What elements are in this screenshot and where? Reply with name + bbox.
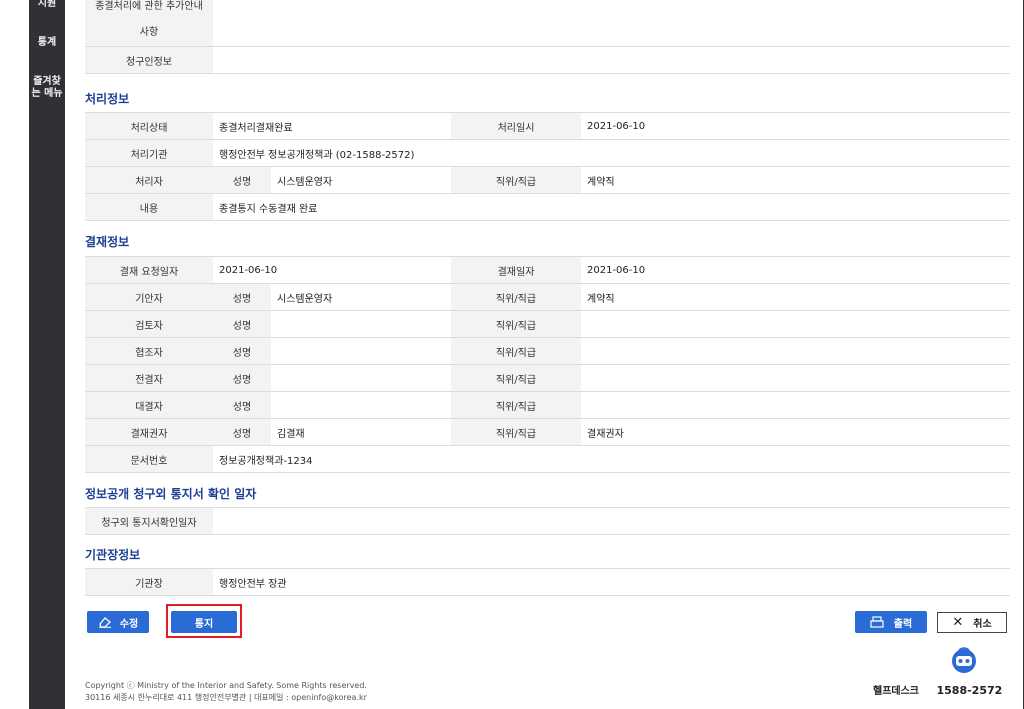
position-value (581, 391, 1010, 419)
print-button[interactable]: 출력 (855, 611, 927, 633)
name-label: 성명 (213, 310, 271, 338)
print-button-label: 출력 (893, 618, 913, 630)
processing-table: 처리상태 종결처리결재완료 처리일시 2021-06-10 처리기관 행정안전부… (85, 112, 1010, 221)
top-table: 종결처리에 관한 추가안내 사항 청구인정보 (85, 0, 1010, 74)
name-label: 성명 (213, 283, 271, 311)
printer-icon (870, 616, 884, 628)
table-row: 대결자 성명 직위/직급 (85, 391, 1010, 419)
sidebar: 지원 통계 즐겨찾는 메뉴 (29, 0, 65, 709)
table-row: 결재권자 성명 김결재 직위/직급 결재권자 (85, 418, 1010, 446)
position-label: 직위/직급 (451, 337, 581, 365)
role-label: 전결자 (85, 364, 213, 392)
requester-info-value (213, 46, 1010, 74)
agency-head-value: 행정안전부 장관 (213, 568, 1010, 596)
name-value (271, 391, 451, 419)
sidebar-item-stats[interactable]: 통계 (29, 37, 65, 49)
handler-label: 처리자 (85, 166, 213, 194)
position-label: 직위/직급 (451, 364, 581, 392)
request-date-value: 2021-06-10 (213, 256, 451, 284)
table-row: 전결자 성명 직위/직급 (85, 364, 1010, 392)
name-value (271, 364, 451, 392)
name-value: 시스템운영자 (271, 283, 451, 311)
position-value: 결재권자 (581, 418, 1010, 446)
requester-info-label: 청구인정보 (85, 46, 213, 74)
agency-head-label: 기관장 (85, 568, 213, 596)
name-value (271, 337, 451, 365)
cancel-button[interactable]: ✕ 취소 (937, 612, 1007, 633)
position-value: 계약직 (581, 283, 1010, 311)
position-label: 직위/직급 (451, 310, 581, 338)
edit-button[interactable]: 수정 (87, 611, 149, 633)
helpdesk-number: 1588-2572 (936, 684, 1003, 697)
confirm-table: 청구외 통지서확인일자 (85, 507, 1010, 535)
content-value: 종결통지 수동결재 완료 (213, 193, 1010, 221)
approval-table: 결재 요청일자 2021-06-10 결재일자 2021-06-10 기안자 성… (85, 256, 1010, 473)
name-label: 성명 (213, 364, 271, 392)
name-label: 성명 (213, 337, 271, 365)
helpdesk-label: 헬프데스크 (873, 686, 919, 697)
helpdesk: 헬프데스크 1588-2572 (873, 682, 1002, 697)
name-label: 성명 (213, 418, 271, 446)
request-date-label: 결재 요청일자 (85, 256, 213, 284)
approval-date-label: 결재일자 (451, 256, 581, 284)
process-date-value: 2021-06-10 (581, 112, 1010, 140)
role-label: 결재권자 (85, 418, 213, 446)
position-value (581, 310, 1010, 338)
doc-number-value: 정보공개정책과-1234 (213, 445, 1010, 473)
role-label: 기안자 (85, 283, 213, 311)
name-label: 성명 (213, 391, 271, 419)
extra-info-label: 종결처리에 관한 추가안내 사항 (85, 0, 213, 47)
sidebar-item-support[interactable]: 지원 (29, 0, 65, 10)
handler-position-label: 직위/직급 (451, 166, 582, 194)
agency-table: 기관장 행정안전부 장관 (85, 568, 1010, 596)
role-label: 검토자 (85, 310, 213, 338)
notify-highlight-box (166, 604, 242, 638)
table-row: 검토자 성명 직위/직급 (85, 310, 1010, 338)
edit-button-label: 수정 (119, 618, 139, 630)
position-value (581, 337, 1010, 365)
status-label: 처리상태 (85, 112, 213, 140)
name-value (271, 310, 451, 338)
confirm-date-label: 청구외 통지서확인일자 (85, 507, 213, 535)
process-date-label: 처리일시 (451, 112, 582, 140)
footer: Copyright ⓒ Ministry of the Interior and… (85, 680, 367, 704)
doc-number-label: 문서번호 (85, 445, 213, 473)
confirm-date-value (213, 507, 1010, 535)
position-value (581, 364, 1010, 392)
approval-title: 결재정보 (85, 235, 130, 249)
handler-position-value: 계약직 (581, 166, 1010, 194)
close-icon: ✕ (952, 615, 964, 630)
sidebar-item-favorites[interactable]: 즐겨찾는 메뉴 (29, 76, 65, 100)
org-value: 행정안전부 정보공개정책과 (02-1588-2572) (213, 139, 1010, 167)
cancel-button-label: 취소 (973, 619, 992, 630)
content-label: 내용 (85, 193, 213, 221)
copyright-text: Copyright ⓒ Ministry of the Interior and… (85, 681, 367, 690)
handler-name-label: 성명 (213, 166, 271, 194)
handler-name-value: 시스템운영자 (271, 166, 452, 194)
confirm-title: 정보공개 청구외 통지서 확인 일자 (85, 487, 257, 501)
main-content: 종결처리에 관한 추가안내 사항 청구인정보 처리정보 처리상태 종결처리결재완… (65, 0, 1024, 709)
address-text: 30116 세종시 한누리대로 411 행정안전부별관 | 대표메일 : ope… (85, 693, 367, 702)
position-label: 직위/직급 (451, 418, 581, 446)
left-frame (0, 0, 30, 709)
role-label: 협조자 (85, 337, 213, 365)
table-row: 협조자 성명 직위/직급 (85, 337, 1010, 365)
org-label: 처리기관 (85, 139, 213, 167)
status-value: 종결처리결재완료 (213, 112, 452, 140)
processing-title: 처리정보 (85, 92, 130, 106)
name-value: 김결재 (271, 418, 451, 446)
agency-title: 기관장정보 (85, 548, 141, 562)
extra-info-value (213, 0, 1010, 47)
approval-date-value: 2021-06-10 (581, 256, 1010, 284)
eraser-icon (98, 617, 111, 628)
position-label: 직위/직급 (451, 391, 581, 419)
chatbot-robot-icon[interactable] (949, 646, 979, 674)
position-label: 직위/직급 (451, 283, 581, 311)
table-row: 기안자 성명 시스템운영자 직위/직급 계약직 (85, 283, 1010, 311)
role-label: 대결자 (85, 391, 213, 419)
